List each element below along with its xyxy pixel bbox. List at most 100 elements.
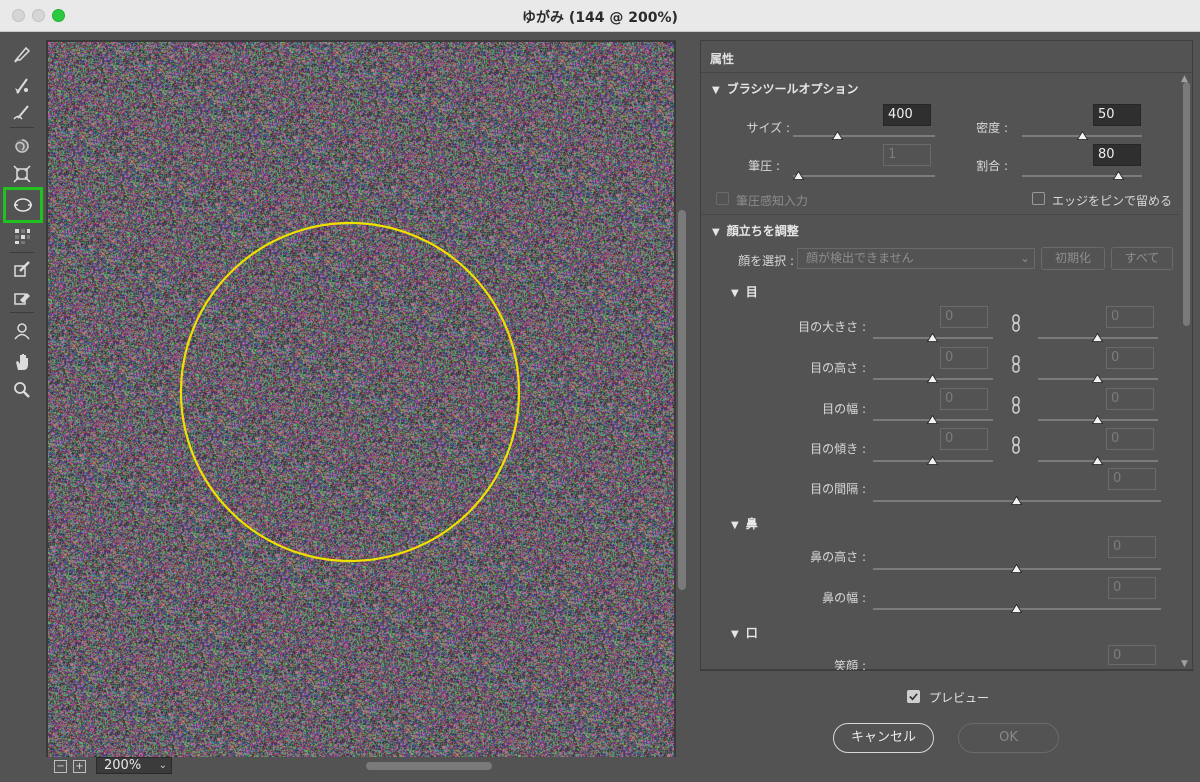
nose-height-slider-thumb[interactable] bbox=[1011, 564, 1022, 573]
eye-tilt-left-input[interactable]: 0 bbox=[940, 428, 988, 450]
brush-pressure-input[interactable]: 1 bbox=[883, 144, 931, 166]
push-left-tool-icon[interactable] bbox=[9, 224, 35, 248]
stylus-pressure-checkbox[interactable] bbox=[716, 192, 729, 205]
brush-rate-slider-thumb[interactable] bbox=[1112, 171, 1124, 180]
twirl-tool-icon[interactable] bbox=[9, 134, 35, 158]
preview-checkbox[interactable] bbox=[907, 690, 920, 703]
eye-width-right-input[interactable]: 0 bbox=[1106, 388, 1154, 410]
smooth-tool-icon[interactable] bbox=[9, 100, 35, 124]
reconstruct-tool-icon[interactable] bbox=[9, 74, 35, 98]
link-icon[interactable] bbox=[1010, 436, 1022, 454]
eye-width-left-input[interactable]: 0 bbox=[940, 388, 988, 410]
brush-pressure-slider-thumb[interactable] bbox=[792, 171, 804, 180]
brush-rate-slider[interactable] bbox=[1022, 175, 1142, 177]
eye-size-left-input[interactable]: 0 bbox=[940, 306, 988, 328]
thaw-mask-tool-icon[interactable] bbox=[9, 285, 35, 309]
eye-size-left-slider-thumb[interactable] bbox=[927, 333, 938, 342]
smile-input[interactable]: 0 bbox=[1108, 645, 1156, 665]
eye-distance-label: 目の間隔 : bbox=[810, 482, 866, 496]
face-select-tool-icon[interactable] bbox=[9, 319, 35, 343]
disclosure-triangle-icon: ▼ bbox=[731, 520, 739, 531]
brush-options-section-toggle[interactable]: ▼ ブラシツールオプション bbox=[712, 80, 858, 97]
reset-button[interactable]: 初期化 bbox=[1041, 247, 1105, 270]
canvas-bottom-bar: − + 200% ⌄ bbox=[46, 757, 688, 782]
zoom-in-button[interactable]: + bbox=[73, 760, 86, 773]
eye-tilt-right-slider-thumb[interactable] bbox=[1092, 456, 1103, 465]
brush-pressure-label: 筆圧 : bbox=[748, 159, 780, 173]
brush-rate-input[interactable]: 80 bbox=[1093, 144, 1141, 166]
pucker-tool-icon[interactable] bbox=[9, 162, 35, 186]
zoom-out-button[interactable]: − bbox=[54, 760, 67, 773]
preview-canvas-area[interactable] bbox=[46, 40, 676, 757]
chevron-down-icon: ⌄ bbox=[1019, 251, 1030, 265]
mouth-section-title: 口 bbox=[745, 626, 758, 640]
disclosure-triangle-icon: ▼ bbox=[731, 629, 739, 640]
eye-width-right-slider-thumb[interactable] bbox=[1092, 415, 1103, 424]
eye-height-left-slider-thumb[interactable] bbox=[927, 374, 938, 383]
panel-scroll-down-arrow[interactable]: ▼ bbox=[1181, 659, 1188, 669]
face-section-toggle[interactable]: ▼ 顔立ちを調整 bbox=[712, 222, 799, 239]
brush-options-title: ブラシツールオプション bbox=[726, 82, 859, 96]
brush-size-label: サイズ : bbox=[746, 121, 791, 135]
brush-size-slider[interactable] bbox=[793, 135, 935, 137]
eye-width-left-slider-thumb[interactable] bbox=[927, 415, 938, 424]
disclosure-triangle-icon: ▼ bbox=[712, 85, 720, 96]
eye-size-right-input[interactable]: 0 bbox=[1106, 306, 1154, 328]
nose-width-slider-thumb[interactable] bbox=[1011, 604, 1022, 613]
nose-height-label: 鼻の高さ : bbox=[810, 550, 866, 564]
checkmark-icon bbox=[909, 693, 918, 701]
noise-image[interactable] bbox=[48, 42, 674, 757]
canvas-vertical-scroll-thumb[interactable] bbox=[678, 210, 686, 590]
eye-distance-slider-thumb[interactable] bbox=[1011, 496, 1022, 505]
face-tool-icon[interactable] bbox=[3, 187, 43, 223]
nose-section-toggle[interactable]: ▼ 鼻 bbox=[731, 515, 758, 532]
select-face-label: 顔を選択 : bbox=[738, 254, 794, 268]
title-bar: ゆがみ (144 @ 200%) bbox=[0, 0, 1200, 32]
eye-height-left-input[interactable]: 0 bbox=[940, 347, 988, 369]
freeze-mask-tool-icon[interactable] bbox=[9, 257, 35, 281]
eye-height-right-input[interactable]: 0 bbox=[1106, 347, 1154, 369]
stylus-pressure-label: 筆圧感知入力 bbox=[736, 194, 809, 208]
brush-density-label: 密度 : bbox=[976, 121, 1008, 135]
hand-tool-icon[interactable] bbox=[9, 350, 35, 374]
link-icon[interactable] bbox=[1010, 396, 1022, 414]
window-title: ゆがみ (144 @ 200%) bbox=[522, 10, 678, 26]
nose-height-input[interactable]: 0 bbox=[1108, 536, 1156, 558]
link-icon[interactable] bbox=[1010, 355, 1022, 373]
eye-distance-input[interactable]: 0 bbox=[1108, 468, 1156, 490]
mouth-section-toggle[interactable]: ▼ 口 bbox=[731, 624, 758, 641]
forward-warp-tool-icon[interactable] bbox=[9, 42, 35, 66]
pin-edges-checkbox[interactable] bbox=[1032, 192, 1045, 205]
chevron-down-icon: ⌄ bbox=[158, 760, 167, 771]
ok-button[interactable]: OK bbox=[958, 723, 1059, 753]
eye-width-label: 目の幅 : bbox=[822, 402, 866, 416]
brush-density-input[interactable]: 50 bbox=[1093, 104, 1141, 126]
eye-size-right-slider-thumb[interactable] bbox=[1092, 333, 1103, 342]
brush-pressure-slider[interactable] bbox=[793, 175, 935, 177]
brush-size-input[interactable]: 400 bbox=[883, 104, 931, 126]
eye-tilt-right-input[interactable]: 0 bbox=[1106, 428, 1154, 450]
eye-height-right-slider-thumb[interactable] bbox=[1092, 374, 1103, 383]
nose-section-title: 鼻 bbox=[745, 517, 758, 531]
zoom-tool-icon[interactable] bbox=[9, 378, 35, 402]
nose-width-input[interactable]: 0 bbox=[1108, 577, 1156, 599]
eye-tilt-left-slider-thumb[interactable] bbox=[927, 456, 938, 465]
eye-tilt-label: 目の傾き : bbox=[810, 442, 866, 456]
nose-width-label: 鼻の幅 : bbox=[822, 591, 866, 605]
eye-height-label: 目の高さ : bbox=[810, 361, 866, 375]
brush-size-slider-thumb[interactable] bbox=[831, 131, 843, 140]
all-button[interactable]: すべて bbox=[1111, 247, 1173, 270]
brush-rate-label: 割合 : bbox=[976, 159, 1008, 173]
zoom-level-value: 200% bbox=[104, 758, 142, 773]
canvas-horizontal-scroll-thumb[interactable] bbox=[366, 762, 492, 770]
select-face-dropdown[interactable]: 顔が検出できません ⌄ bbox=[797, 248, 1035, 269]
eyes-section-title: 目 bbox=[745, 285, 758, 299]
panel-scroll-thumb[interactable] bbox=[1183, 82, 1190, 326]
eyes-section-toggle[interactable]: ▼ 目 bbox=[731, 283, 758, 300]
link-icon[interactable] bbox=[1010, 314, 1022, 332]
eye-size-label: 目の大きさ : bbox=[798, 320, 866, 334]
brush-density-slider-thumb[interactable] bbox=[1076, 131, 1088, 140]
zoom-level-select[interactable]: 200% ⌄ bbox=[96, 757, 172, 774]
cancel-button[interactable]: キャンセル bbox=[833, 723, 934, 753]
face-section-title: 顔立ちを調整 bbox=[726, 224, 799, 238]
